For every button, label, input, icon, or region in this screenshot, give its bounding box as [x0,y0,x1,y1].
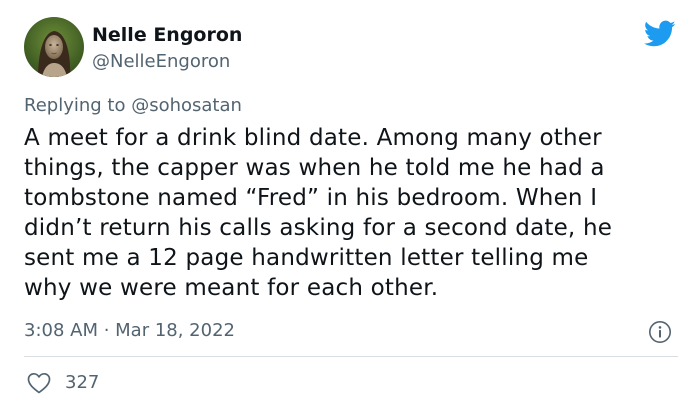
tweet-text-line: didn’t return his calls asking for a sec… [24,215,613,241]
replying-to-prefix: Replying to [24,95,132,116]
tweet-text-line: tombstone named “Fred” in his bedroom. W… [24,185,598,211]
author-display-name[interactable]: Nelle Engoron [92,24,242,46]
twitter-bird-icon-graphic [643,20,676,47]
tweet-text-line: why we were meant for each other. [24,275,439,301]
replying-to: Replying to @sohosatan [24,95,242,117]
tweet-text-line: sent me a 12 page handwritten letter tel… [24,245,589,271]
avatar[interactable] [24,17,84,77]
reply-target-link[interactable]: @sohosatan [131,95,242,116]
heart-icon-graphic [27,372,51,394]
tweet-text-line: A meet for a drink blind date. Among man… [24,125,602,151]
info-icon-graphic [649,321,671,343]
heart-icon[interactable] [26,371,52,395]
author-handle[interactable]: @NelleEngoron [92,51,230,73]
tweet-text: A meet for a drink blind date. Among man… [24,123,684,303]
avatar-portrait-icon [24,17,84,77]
info-icon[interactable] [648,320,672,344]
divider [24,356,678,357]
like-count: 327 [65,372,100,393]
tweet-timestamp[interactable]: 3:08 AM · Mar 18, 2022 [24,320,235,342]
tweet-card: Nelle Engoron @NelleEngoron Replying to … [0,0,700,410]
twitter-bird-icon[interactable] [643,20,676,48]
tweet-text-line: things, the capper was when he told me h… [24,155,605,181]
